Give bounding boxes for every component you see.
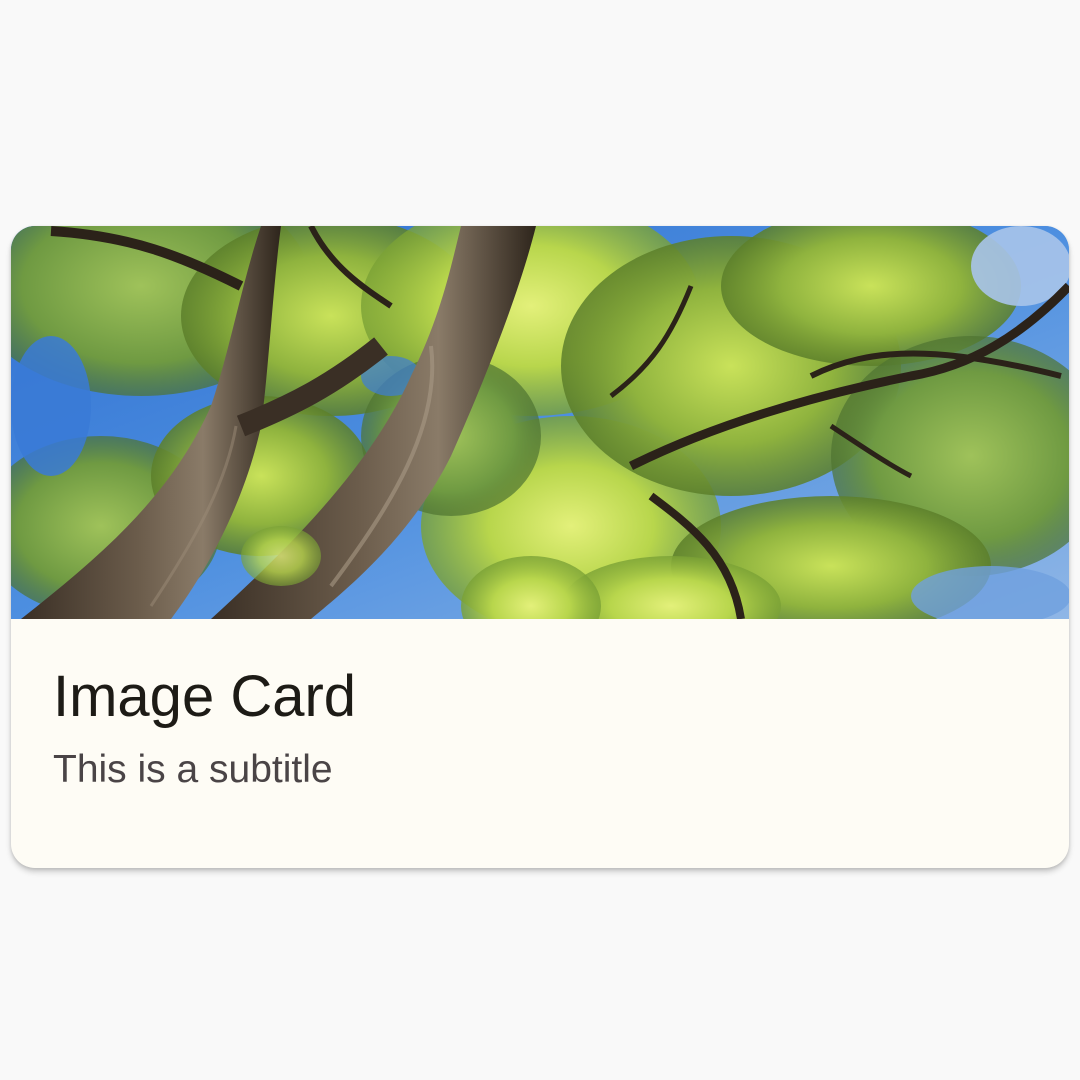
screen: Image Card This is a subtitle [0, 0, 1080, 1080]
tree-canopy-photo [11, 226, 1069, 619]
card-content: Image Card This is a subtitle [11, 619, 1069, 868]
image-card[interactable]: Image Card This is a subtitle [11, 226, 1069, 868]
card-image [11, 226, 1069, 619]
card-subtitle: This is a subtitle [53, 748, 333, 791]
card-title: Image Card [53, 664, 357, 729]
